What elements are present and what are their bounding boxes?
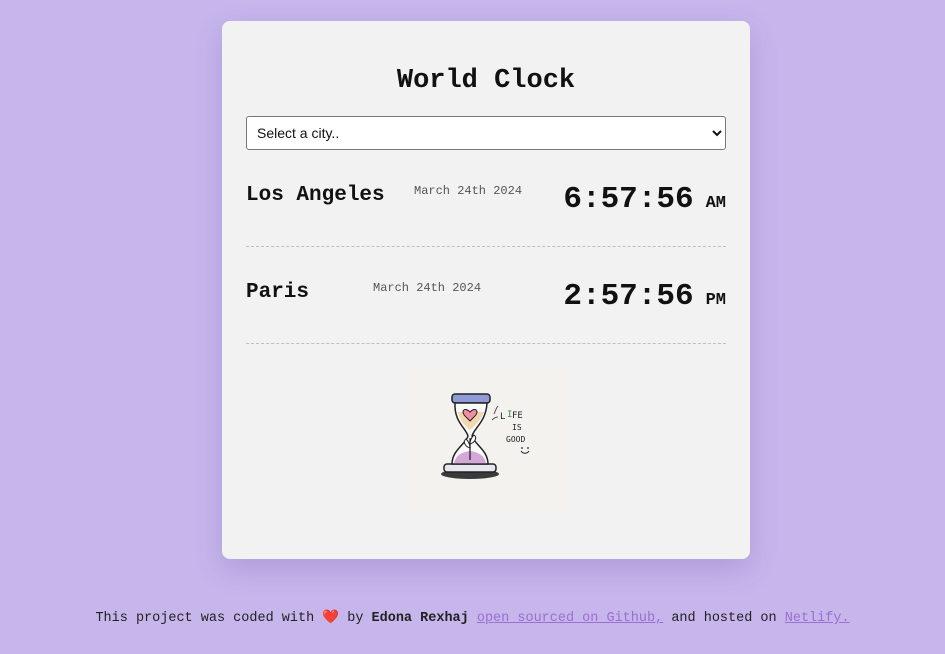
time-value: 6:57:56 — [563, 182, 694, 217]
city-select[interactable]: Select a city.. — [246, 116, 726, 150]
svg-text:GOOD: GOOD — [506, 435, 525, 444]
netlify-link[interactable]: Netlify. — [785, 611, 850, 626]
city-time: 2:57:56 PM — [563, 279, 726, 314]
github-link[interactable]: open sourced on Github, — [477, 611, 663, 626]
page-title: World Clock — [396, 66, 576, 96]
footer-author: Edona Rexhaj — [371, 611, 469, 626]
time-ampm: PM — [705, 291, 726, 310]
time-value: 2:57:56 — [563, 279, 694, 314]
svg-text:FE: FE — [512, 411, 523, 421]
time-ampm: AM — [705, 194, 726, 213]
city-date: March 24th 2024 — [414, 184, 523, 198]
city-date: March 24th 2024 — [373, 281, 482, 295]
footer-middle: and hosted on — [671, 611, 777, 626]
city-row-los-angeles: Los Angeles March 24th 2024 6:57:56 AM — [246, 150, 726, 247]
svg-text:IS: IS — [512, 423, 522, 432]
footer-by: by — [347, 611, 364, 626]
city-name: Paris — [246, 281, 310, 304]
svg-text:L: L — [500, 412, 505, 422]
footer: This project was coded with ❤️ by Edona … — [0, 609, 945, 626]
city-row-paris: Paris March 24th 2024 2:57:56 PM — [246, 247, 726, 344]
city-time: 6:57:56 AM — [563, 182, 726, 217]
heart-icon: ❤️ — [322, 611, 340, 626]
footer-prefix: This project was coded with — [95, 611, 315, 626]
hourglass-life-is-good-icon: L I FE IS GOOD — [408, 364, 566, 516]
world-clock-card: World Clock Select a city.. Los Angeles … — [222, 21, 750, 559]
city-name: Los Angeles — [246, 184, 385, 207]
